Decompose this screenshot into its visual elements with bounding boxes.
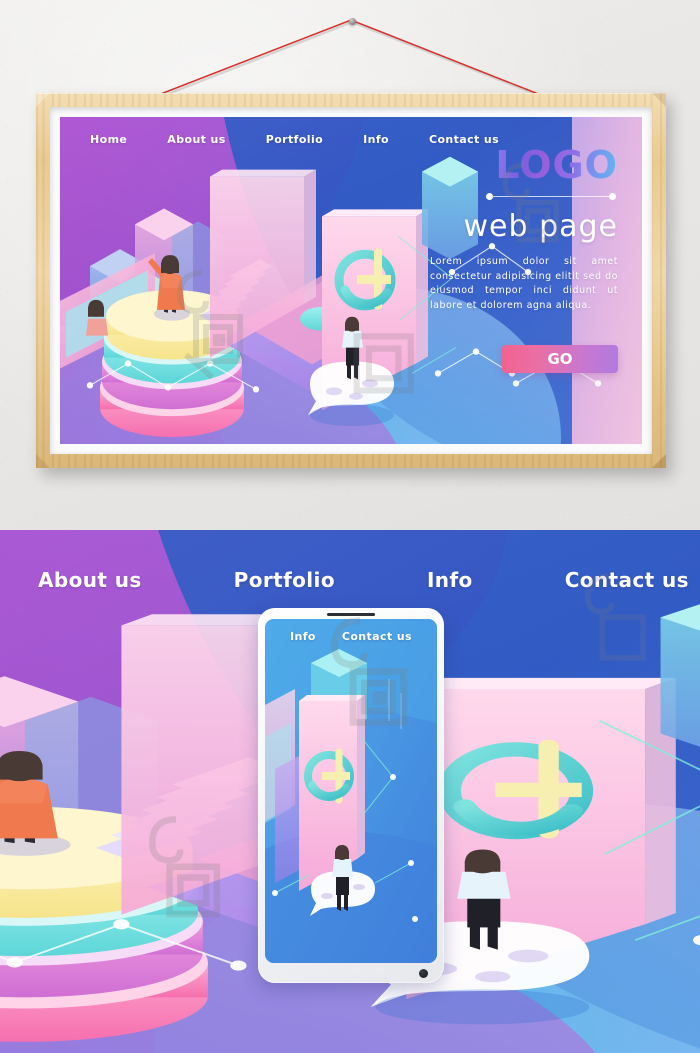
- phone-mockup: Info Contact us: [258, 608, 444, 983]
- nav-item-portfolio[interactable]: Portfolio: [266, 133, 323, 146]
- frame-mat: Home About us Portfolio Info Contact us …: [50, 107, 652, 454]
- logo-text: LOGO: [495, 143, 618, 187]
- nav-item-info[interactable]: Info: [363, 133, 389, 146]
- web-banner-artwork: Home About us Portfolio Info Contact us …: [60, 117, 642, 444]
- banner-nav-zoomed[interactable]: About us Portfolio Info Contact us: [38, 568, 689, 592]
- phone-speaker-icon: [327, 613, 375, 616]
- nav-item-contact-us-zoomed[interactable]: Contact us: [565, 568, 689, 592]
- frame-miter-bottom-left: [36, 454, 50, 468]
- phone-nav-item-info[interactable]: Info: [290, 630, 316, 643]
- nav-item-portfolio-zoomed[interactable]: Portfolio: [234, 568, 335, 592]
- phone-camera-icon: [419, 969, 428, 978]
- frame-miter-top-left: [36, 93, 50, 107]
- phone-nav-item-contact-us[interactable]: Contact us: [342, 630, 412, 643]
- nav-item-info-zoomed[interactable]: Info: [427, 568, 473, 592]
- go-button[interactable]: GO: [502, 345, 618, 373]
- picture-frame: Home About us Portfolio Info Contact us …: [36, 93, 666, 468]
- nav-item-contact-us[interactable]: Contact us: [429, 133, 499, 146]
- frame-miter-top-right: [652, 93, 666, 107]
- wall-scene: Home About us Portfolio Info Contact us …: [0, 0, 700, 530]
- nav-item-home[interactable]: Home: [90, 133, 127, 146]
- logo-divider-line: [493, 196, 609, 197]
- phone-illustration: [265, 619, 437, 963]
- logo-divider: [486, 193, 616, 200]
- frame-miter-bottom-right: [652, 454, 666, 468]
- phone-screen: Info Contact us: [265, 619, 437, 963]
- logo-divider-dot-right: [609, 193, 616, 200]
- nav-item-about-us[interactable]: About us: [167, 133, 225, 146]
- banner-nav[interactable]: Home About us Portfolio Info Contact us: [90, 133, 499, 146]
- nav-item-about-us-zoomed[interactable]: About us: [38, 568, 142, 592]
- nail-icon: [349, 18, 356, 25]
- body-copy: Lorem ipsum dolor sit amet consectetur a…: [430, 256, 618, 312]
- headline: web page: [463, 209, 618, 244]
- logo-divider-dot-left: [486, 193, 493, 200]
- phone-nav[interactable]: Info Contact us: [265, 630, 437, 643]
